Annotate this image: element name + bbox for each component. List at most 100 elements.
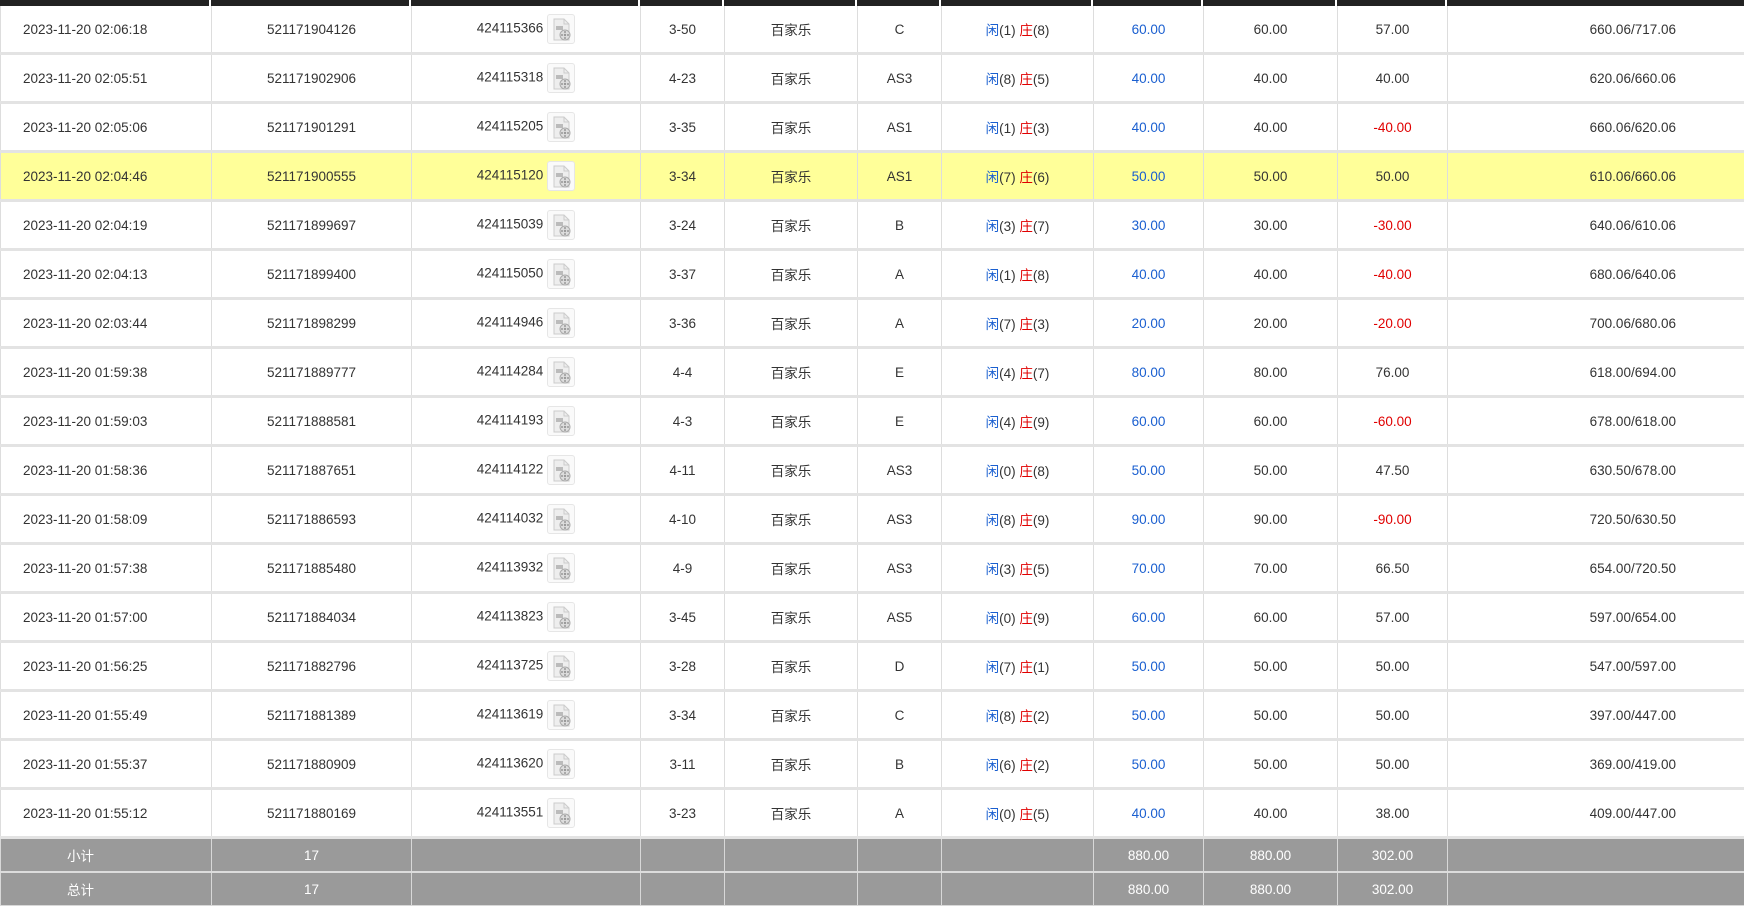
table-row: 2023-11-20 01:57:38 521171885480 424113932… bbox=[0, 543, 1744, 594]
round-cell: 424113725 bbox=[411, 641, 641, 692]
result-cell: 闲(7) 庄(1) bbox=[941, 641, 1094, 692]
replay-video-icon[interactable] bbox=[547, 406, 576, 436]
bet-amount: 60.00 bbox=[1093, 396, 1204, 447]
banker-points: (1) bbox=[1032, 660, 1050, 675]
player-points: (8) bbox=[999, 709, 1016, 724]
replay-video-icon[interactable] bbox=[547, 14, 576, 44]
round-cell: 424114946 bbox=[411, 298, 641, 349]
round-number: 424115050 bbox=[476, 265, 544, 281]
player-points: (8) bbox=[999, 72, 1016, 87]
player-points: (3) bbox=[999, 562, 1016, 577]
player-points: (0) bbox=[999, 807, 1016, 822]
balance-before-after: 660.06/620.06 bbox=[1447, 102, 1744, 153]
total-count: 17 bbox=[211, 836, 412, 873]
valid-amount: 30.00 bbox=[1203, 200, 1338, 251]
table-row: 2023-11-20 01:57:00 521171884034 424113823… bbox=[0, 592, 1744, 643]
valid-amount: 50.00 bbox=[1203, 151, 1338, 202]
win-loss: -40.00 bbox=[1337, 102, 1448, 153]
bet-time: 2023-11-20 01:59:03 bbox=[0, 396, 212, 447]
table-number: 4-3 bbox=[640, 396, 725, 447]
table-number: 3-24 bbox=[640, 200, 725, 251]
replay-video-icon[interactable] bbox=[547, 161, 576, 191]
game-type: 百家乐 bbox=[724, 739, 858, 790]
player-points: (6) bbox=[999, 758, 1016, 773]
balance-before-after: 630.50/678.00 bbox=[1447, 445, 1744, 496]
balance-before-after: 369.00/419.00 bbox=[1447, 739, 1744, 790]
bet-time: 2023-11-20 02:05:06 bbox=[0, 102, 212, 153]
balance-before-after: 700.06/680.06 bbox=[1447, 298, 1744, 349]
bet-amount: 50.00 bbox=[1093, 739, 1204, 790]
bet-type: AS3 bbox=[857, 445, 942, 496]
valid-amount: 40.00 bbox=[1203, 102, 1338, 153]
order-number: 521171889777 bbox=[211, 347, 412, 398]
replay-video-icon[interactable] bbox=[547, 602, 576, 632]
replay-video-icon[interactable] bbox=[547, 259, 576, 289]
bet-time: 2023-11-20 01:55:49 bbox=[0, 690, 212, 741]
replay-video-icon[interactable] bbox=[547, 798, 576, 828]
replay-video-icon[interactable] bbox=[547, 210, 576, 240]
banker-label: 庄 bbox=[1019, 611, 1033, 626]
banker-points: (5) bbox=[1032, 562, 1050, 577]
table-number: 3-23 bbox=[640, 788, 725, 839]
balance-before-after: 620.06/660.06 bbox=[1447, 53, 1744, 104]
result-cell: 闲(7) 庄(3) bbox=[941, 298, 1094, 349]
round-cell: 424114032 bbox=[411, 494, 641, 545]
table-number: 3-34 bbox=[640, 151, 725, 202]
game-type: 百家乐 bbox=[724, 249, 858, 300]
table-number: 3-36 bbox=[640, 298, 725, 349]
player-points: (7) bbox=[999, 660, 1016, 675]
total-count: 17 bbox=[211, 871, 412, 906]
banker-label: 庄 bbox=[1019, 660, 1033, 675]
table-number: 3-11 bbox=[640, 739, 725, 790]
round-number: 424114946 bbox=[476, 314, 544, 330]
player-label: 闲 bbox=[985, 562, 1000, 577]
result-cell: 闲(1) 庄(8) bbox=[941, 6, 1094, 55]
valid-amount: 60.00 bbox=[1203, 396, 1338, 447]
replay-video-icon[interactable] bbox=[547, 308, 576, 338]
table-row: 2023-11-20 02:05:06 521171901291 424115205… bbox=[0, 102, 1744, 153]
result-cell: 闲(4) 庄(7) bbox=[941, 347, 1094, 398]
bet-amount: 60.00 bbox=[1093, 6, 1204, 55]
bet-amount: 40.00 bbox=[1093, 102, 1204, 153]
bet-amount: 50.00 bbox=[1093, 690, 1204, 741]
replay-video-icon[interactable] bbox=[547, 749, 576, 779]
replay-video-icon[interactable] bbox=[547, 112, 576, 142]
player-label: 闲 bbox=[985, 72, 1000, 87]
replay-video-icon[interactable] bbox=[547, 700, 576, 730]
win-loss: -60.00 bbox=[1337, 396, 1448, 447]
round-cell: 424113932 bbox=[411, 543, 641, 594]
bet-time: 2023-11-20 02:06:18 bbox=[0, 6, 212, 55]
game-type: 百家乐 bbox=[724, 6, 858, 55]
win-loss: 50.00 bbox=[1337, 151, 1448, 202]
bet-amount: 50.00 bbox=[1093, 641, 1204, 692]
player-label: 闲 bbox=[985, 415, 1000, 430]
valid-amount: 60.00 bbox=[1203, 6, 1338, 55]
bet-time: 2023-11-20 01:56:25 bbox=[0, 641, 212, 692]
banker-label: 庄 bbox=[1019, 121, 1033, 136]
banker-points: (3) bbox=[1032, 121, 1050, 136]
result-cell: 闲(8) 庄(9) bbox=[941, 494, 1094, 545]
replay-video-icon[interactable] bbox=[547, 63, 576, 93]
replay-video-icon[interactable] bbox=[547, 357, 576, 387]
total-win: 302.00 bbox=[1337, 871, 1448, 906]
bet-amount: 70.00 bbox=[1093, 543, 1204, 594]
round-number: 424114122 bbox=[476, 461, 544, 477]
bet-type: AS3 bbox=[857, 494, 942, 545]
win-loss: 50.00 bbox=[1337, 641, 1448, 692]
replay-video-icon[interactable] bbox=[547, 504, 576, 534]
valid-amount: 60.00 bbox=[1203, 592, 1338, 643]
table-row: 2023-11-20 01:59:38 521171889777 424114284… bbox=[0, 347, 1744, 398]
bet-type: C bbox=[857, 6, 942, 55]
player-label: 闲 bbox=[985, 758, 1000, 773]
total-label: 总计 bbox=[0, 871, 212, 906]
replay-video-icon[interactable] bbox=[547, 553, 576, 583]
order-number: 521171886593 bbox=[211, 494, 412, 545]
bet-amount: 80.00 bbox=[1093, 347, 1204, 398]
banker-label: 庄 bbox=[1019, 72, 1033, 87]
player-label: 闲 bbox=[985, 807, 1000, 822]
result-cell: 闲(6) 庄(2) bbox=[941, 739, 1094, 790]
replay-video-icon[interactable] bbox=[547, 651, 576, 681]
player-label: 闲 bbox=[985, 366, 1000, 381]
replay-video-icon[interactable] bbox=[547, 455, 576, 485]
game-type: 百家乐 bbox=[724, 592, 858, 643]
